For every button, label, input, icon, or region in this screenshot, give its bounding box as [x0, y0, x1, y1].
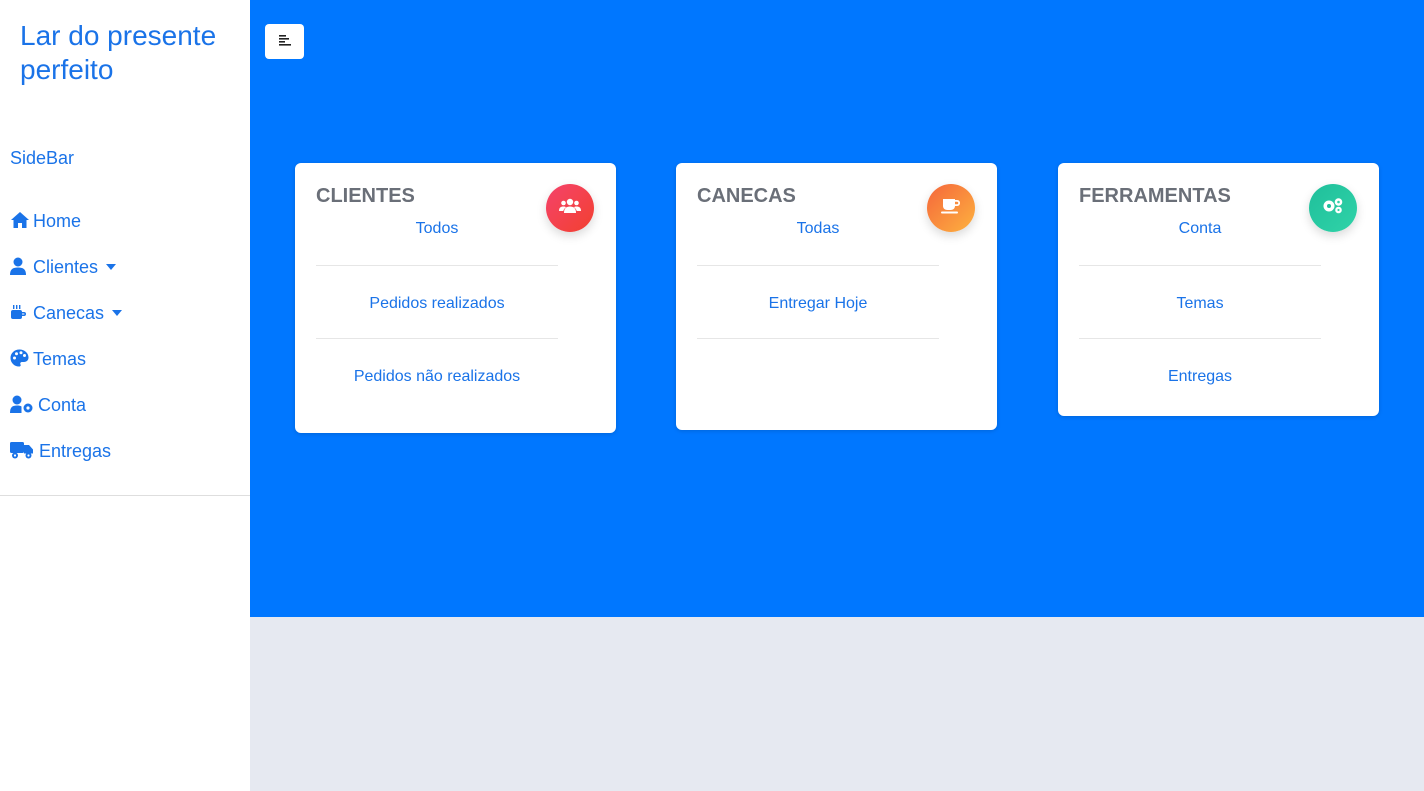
- sidebar-item-label: Entregas: [39, 441, 112, 461]
- card-link-list: Conta Temas Entregas: [1079, 213, 1321, 399]
- coffee-icon: [941, 198, 961, 219]
- sidebar-item-label: Canecas: [33, 303, 105, 323]
- sidebar-item-label: Conta: [38, 395, 87, 415]
- palette-icon: [10, 347, 32, 369]
- main-hero: CLIENTES Todos Pedidos realizados Pedido…: [250, 0, 1424, 617]
- sidebar-item-conta[interactable]: Conta: [10, 393, 122, 439]
- sidebar-item-label: Home: [33, 211, 82, 231]
- card-title: FERRAMENTAS: [1079, 185, 1231, 207]
- sidebar-item-temas[interactable]: Temas: [10, 347, 122, 393]
- sidebar: Lar do presente perfeito SideBar Home Cl…: [0, 0, 250, 791]
- sidebar-item-clientes[interactable]: Clientes: [10, 255, 122, 301]
- card-link-temas[interactable]: Temas: [1079, 266, 1321, 339]
- card-link-todos[interactable]: Todos: [316, 213, 558, 266]
- card-link-list: Todos Pedidos realizados Pedidos não rea…: [316, 213, 558, 399]
- home-icon: [10, 209, 32, 231]
- card-title: CLIENTES: [316, 185, 415, 207]
- sidebar-heading: SideBar: [10, 148, 75, 168]
- sidebar-item-entregas[interactable]: Entregas: [10, 439, 122, 485]
- card-title: CANECAS: [697, 185, 796, 207]
- card-link-todas[interactable]: Todas: [697, 213, 939, 266]
- card-link-pedidos-nao-realizados[interactable]: Pedidos não realizados: [316, 339, 558, 399]
- sidebar-item-home[interactable]: Home: [10, 209, 122, 255]
- card-canecas: CANECAS Todas Entregar Hoje: [676, 163, 997, 430]
- sidebar-divider: [0, 495, 250, 496]
- sidebar-toggle-button[interactable]: [265, 24, 304, 59]
- sidebar-item-label: Clientes: [33, 257, 99, 277]
- card-link-entregas[interactable]: Entregas: [1079, 339, 1321, 399]
- card-link-entregar-hoje[interactable]: Entregar Hoje: [697, 266, 939, 339]
- chevron-down-icon: [106, 264, 117, 270]
- card-ferramentas: FERRAMENTAS Conta Temas Entregas: [1058, 163, 1379, 416]
- card-link-list: Todas Entregar Hoje: [697, 213, 939, 339]
- card-link-conta[interactable]: Conta: [1079, 213, 1321, 266]
- cogs-icon: [1322, 197, 1344, 219]
- truck-icon: [10, 439, 38, 461]
- user-icon: [10, 255, 32, 277]
- brand-title[interactable]: Lar do presente perfeito: [20, 19, 240, 87]
- card-clientes: CLIENTES Todos Pedidos realizados Pedido…: [295, 163, 616, 433]
- sidebar-nav: Home Clientes Canecas Temas Conta Entreg…: [10, 209, 123, 485]
- chevron-down-icon: [112, 310, 123, 316]
- align-left-icon: [278, 33, 291, 51]
- users-icon: [559, 198, 581, 219]
- card-link-pedidos-realizados[interactable]: Pedidos realizados: [316, 266, 558, 339]
- user-cog-icon: [10, 393, 37, 415]
- sidebar-item-canecas[interactable]: Canecas: [10, 301, 123, 347]
- sidebar-item-label: Temas: [33, 349, 87, 369]
- mug-icon: [10, 301, 32, 323]
